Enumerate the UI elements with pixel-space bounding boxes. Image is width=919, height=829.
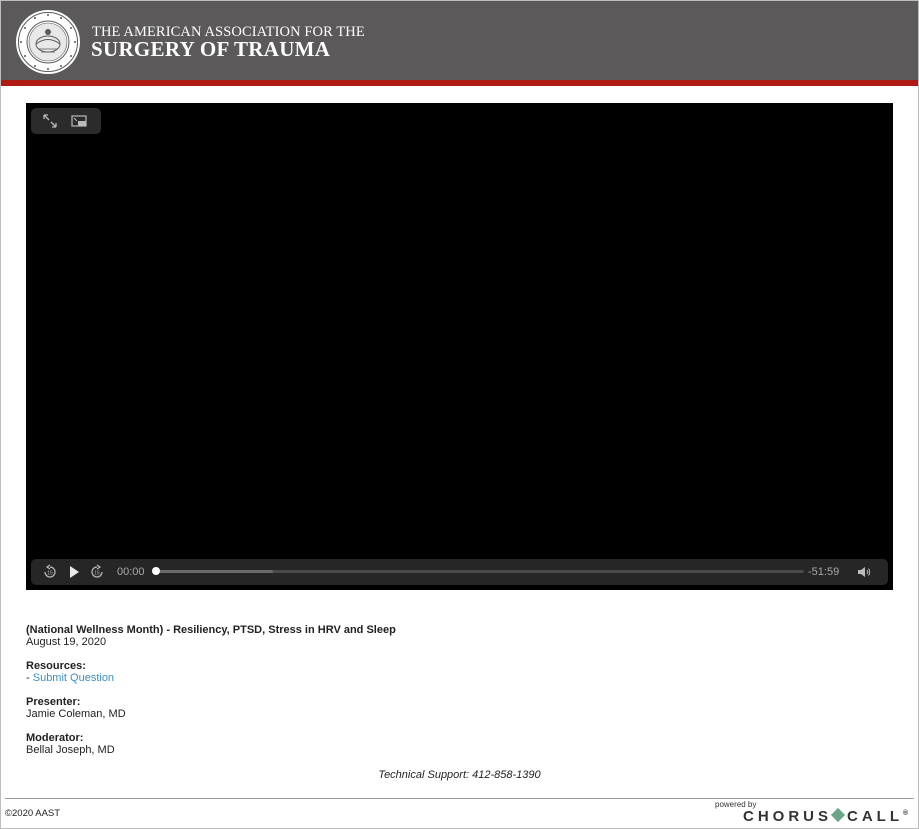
presenter-name: Jamie Coleman, MD [26, 708, 126, 720]
brand-diamond-icon [830, 807, 846, 823]
aast-seal-logo [16, 10, 80, 74]
picture-in-picture-icon[interactable] [71, 113, 87, 129]
submit-question-link[interactable]: Submit Question [33, 672, 114, 684]
technical-support: Technical Support: 412-858-1390 [378, 769, 541, 781]
svg-text:15: 15 [94, 571, 100, 577]
current-time: 00:00 [117, 566, 145, 578]
footer-divider [5, 798, 914, 799]
player-control-bar: 15 15 00:00 -51:59 [31, 559, 888, 585]
player-top-controls [31, 108, 101, 134]
remaining-time: -51:59 [808, 566, 840, 578]
rewind-15-icon[interactable]: 15 [42, 564, 58, 580]
seek-bar[interactable] [156, 570, 804, 573]
event-title: (National Wellness Month) - Resiliency, … [26, 624, 396, 636]
moderator-name: Bellal Joseph, MD [26, 744, 115, 756]
resource-item: - Submit Question [26, 672, 396, 684]
org-name-line2: SURGERY OF TRAUMA [91, 37, 331, 61]
event-info: (National Wellness Month) - Resiliency, … [26, 624, 396, 756]
resources-label: Resources: [26, 660, 86, 672]
expand-icon[interactable] [42, 113, 58, 129]
volume-icon[interactable] [856, 564, 872, 580]
seek-handle[interactable] [152, 567, 160, 575]
event-date: August 19, 2020 [26, 636, 107, 648]
moderator-label: Moderator: [26, 732, 84, 744]
forward-15-icon[interactable]: 15 [89, 564, 105, 580]
svg-text:15: 15 [47, 571, 53, 577]
header-accent-bar [1, 80, 918, 86]
copyright: ©2020 AAST [5, 808, 61, 819]
brand-left: CHORUS [743, 808, 833, 825]
video-player[interactable]: 15 15 00:00 -51:59 [26, 103, 893, 590]
buffered-range [156, 570, 273, 573]
brand-right: CALL [847, 808, 904, 825]
chorus-call-logo[interactable]: CHORUS CALL® [743, 807, 909, 825]
presenter-label: Presenter: [26, 696, 81, 708]
resource-bullet: - [26, 672, 33, 684]
play-icon[interactable] [66, 564, 82, 580]
brand-mark: ® [903, 810, 909, 817]
site-header: THE AMERICAN ASSOCIATION FOR THE SURGERY… [1, 1, 918, 80]
